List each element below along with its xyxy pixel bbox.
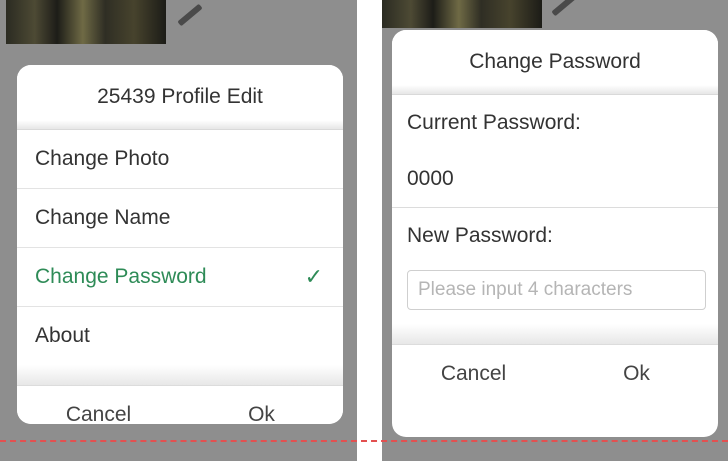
profile-photo <box>6 0 166 44</box>
profile-edit-dialog: 25439 Profile Edit Change Photo Change N… <box>17 65 343 424</box>
change-password-dialog: Change Password Current Password: 0000 N… <box>392 30 718 437</box>
current-password-label: Current Password: <box>407 111 581 134</box>
menu-item-label: About <box>35 324 90 347</box>
current-password-value: 0000 <box>392 151 718 208</box>
menu-item-change-name[interactable]: Change Name <box>17 189 343 248</box>
pencil-icon[interactable] <box>551 0 577 17</box>
guide-line <box>0 440 728 442</box>
new-password-input[interactable] <box>407 270 706 310</box>
scroll-shade <box>17 365 343 385</box>
cancel-button[interactable]: Cancel <box>392 362 555 386</box>
profile-edit-screen: 25439 Profile Edit Change Photo Change N… <box>0 0 357 461</box>
dialog-title: 25439 Profile Edit <box>17 65 343 130</box>
new-password-wrap <box>392 264 718 324</box>
pencil-icon[interactable] <box>177 3 203 27</box>
new-password-label: New Password: <box>407 224 553 247</box>
menu-item-change-photo[interactable]: Change Photo <box>17 130 343 189</box>
menu-item-about[interactable]: About <box>17 307 343 365</box>
ok-button[interactable]: Ok <box>555 362 718 386</box>
check-icon: ✓ <box>304 264 323 289</box>
profile-photo <box>382 0 542 28</box>
menu-item-label: Change Name <box>35 206 171 229</box>
dialog-actions: Cancel Ok <box>392 344 718 403</box>
ok-button[interactable]: Ok <box>180 403 343 424</box>
scroll-shade <box>392 324 718 344</box>
change-password-screen: Change Password Current Password: 0000 N… <box>382 0 728 461</box>
dialog-actions: Cancel Ok <box>17 385 343 424</box>
cancel-button[interactable]: Cancel <box>17 403 180 424</box>
menu-item-label: Change Photo <box>35 147 170 170</box>
dialog-title: Change Password <box>392 30 718 95</box>
menu-item-change-password[interactable]: Change Password ✓ <box>17 248 343 307</box>
menu-item-label: Change Password <box>35 265 207 288</box>
